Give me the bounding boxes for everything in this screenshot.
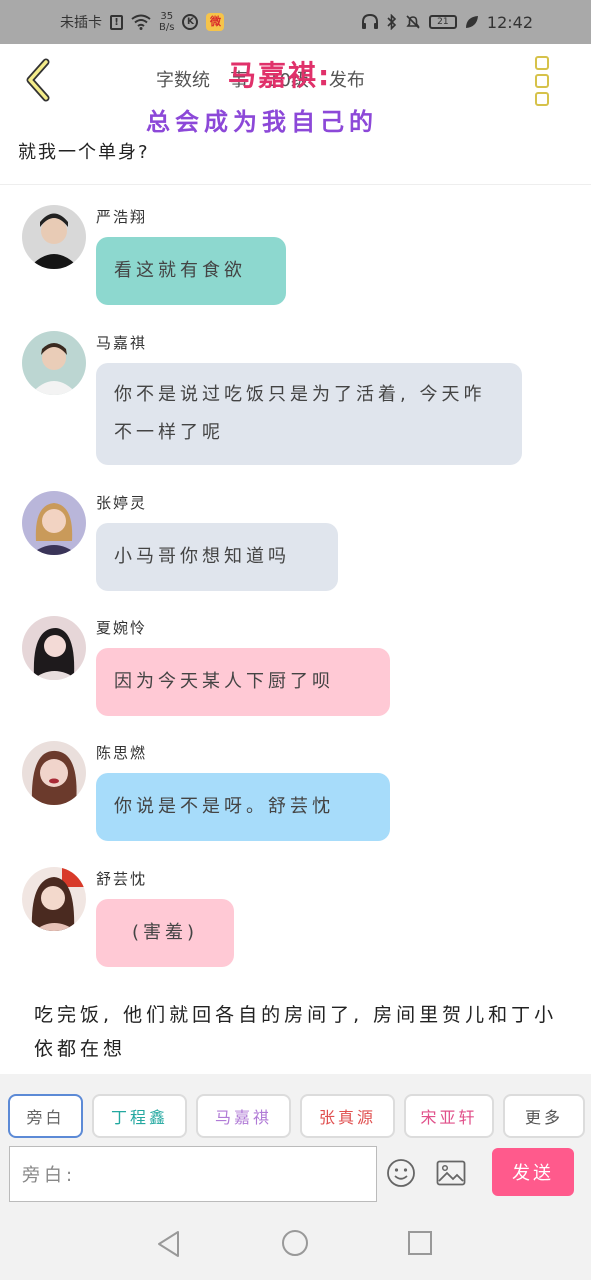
avatar[interactable] xyxy=(22,741,86,805)
message-bubble[interactable]: 你说是不是呀。舒芸忱 xyxy=(96,773,390,841)
overlay-speaker-name: 马嘉祺: xyxy=(228,59,332,92)
system-nav-bar xyxy=(0,1210,591,1280)
role-chip[interactable]: 马嘉祺 xyxy=(196,1094,291,1138)
avatar[interactable] xyxy=(22,491,86,555)
avatar[interactable] xyxy=(22,867,86,931)
mute-bell-icon xyxy=(406,15,420,29)
sender-name: 张婷灵 xyxy=(96,494,148,512)
role-chip[interactable]: 张真源 xyxy=(300,1094,395,1138)
image-icon[interactable] xyxy=(436,1160,466,1186)
role-chip[interactable]: 丁程鑫 xyxy=(92,1094,187,1138)
composer-panel: 旁白 丁程鑫 马嘉祺 张真源 宋亚轩 更多 旁白: 发送 xyxy=(0,1074,591,1210)
wifi-icon xyxy=(131,14,151,30)
message-bubble[interactable]: 你不是说过吃饭只是为了活着, 今天咋不一样了呢 xyxy=(96,363,522,465)
weibo-icon: 微 xyxy=(206,13,225,31)
nav-back-icon[interactable] xyxy=(156,1230,182,1258)
message-bubble[interactable]: 看这就有食欲 xyxy=(96,237,286,305)
headphones-icon xyxy=(361,14,378,29)
back-arrow-icon[interactable] xyxy=(20,56,60,104)
role-chip-narrator[interactable]: 旁白 xyxy=(8,1094,83,1138)
status-right: 21 12:42 xyxy=(361,0,533,44)
nav-home-icon[interactable] xyxy=(282,1230,308,1256)
publish-button[interactable]: 发布 xyxy=(329,66,365,92)
role-chip[interactable]: 宋亚轩 xyxy=(404,1094,494,1138)
nav-recents-icon[interactable] xyxy=(408,1231,432,1255)
send-button[interactable]: 发送 xyxy=(492,1148,574,1196)
role-chips: 旁白 丁程鑫 马嘉祺 张真源 宋亚轩 更多 xyxy=(8,1094,585,1138)
carrier-label: 未插卡 xyxy=(60,15,102,31)
more-roles-chip[interactable]: 更多 xyxy=(503,1094,585,1138)
message-bubble[interactable]: (害羞) xyxy=(96,899,234,967)
clock: 12:42 xyxy=(486,12,533,32)
sender-name: 马嘉祺 xyxy=(96,334,148,352)
avatar[interactable] xyxy=(22,616,86,680)
status-bar: 未插卡 ! 35 B/s K 微 21 12:42 xyxy=(0,0,591,44)
message-bubble[interactable]: 小马哥你想知道吗 xyxy=(96,523,338,591)
status-left: 未插卡 ! 35 B/s K 微 xyxy=(60,0,225,44)
sender-name: 陈思燃 xyxy=(96,744,148,762)
word-count-item[interactable]: 字数统 xyxy=(156,66,210,92)
sender-name: 舒芸忱 xyxy=(96,870,148,888)
message-bubble[interactable]: 因为今天某人下厨了呗 xyxy=(96,648,390,716)
sender-name: 夏婉怜 xyxy=(96,619,148,637)
story-question: 就我一个单身? xyxy=(18,142,150,163)
story-header: 字数统 事 10级 发布 马嘉祺: 总会成为我自己的 就我一个单身? xyxy=(0,44,591,185)
network-speed: 35 B/s xyxy=(159,11,175,33)
k-app-icon: K xyxy=(182,14,199,30)
avatar[interactable] xyxy=(22,205,86,269)
bluetooth-icon xyxy=(387,14,397,30)
leaf-icon xyxy=(465,16,478,28)
emoji-icon[interactable] xyxy=(386,1158,416,1188)
sim-alert-icon: ! xyxy=(110,14,123,30)
sender-name: 严浩翔 xyxy=(96,208,148,226)
narration-text: 吃完饭, 他们就回各自的房间了, 房间里贺儿和丁小依都在想 xyxy=(34,1004,558,1060)
battery-icon: 21 xyxy=(428,15,457,29)
avatar[interactable] xyxy=(22,331,86,395)
more-menu-icon[interactable] xyxy=(535,56,551,106)
overlay-slogan: 总会成为我自己的 xyxy=(146,108,378,136)
message-input[interactable]: 旁白: xyxy=(9,1146,377,1202)
